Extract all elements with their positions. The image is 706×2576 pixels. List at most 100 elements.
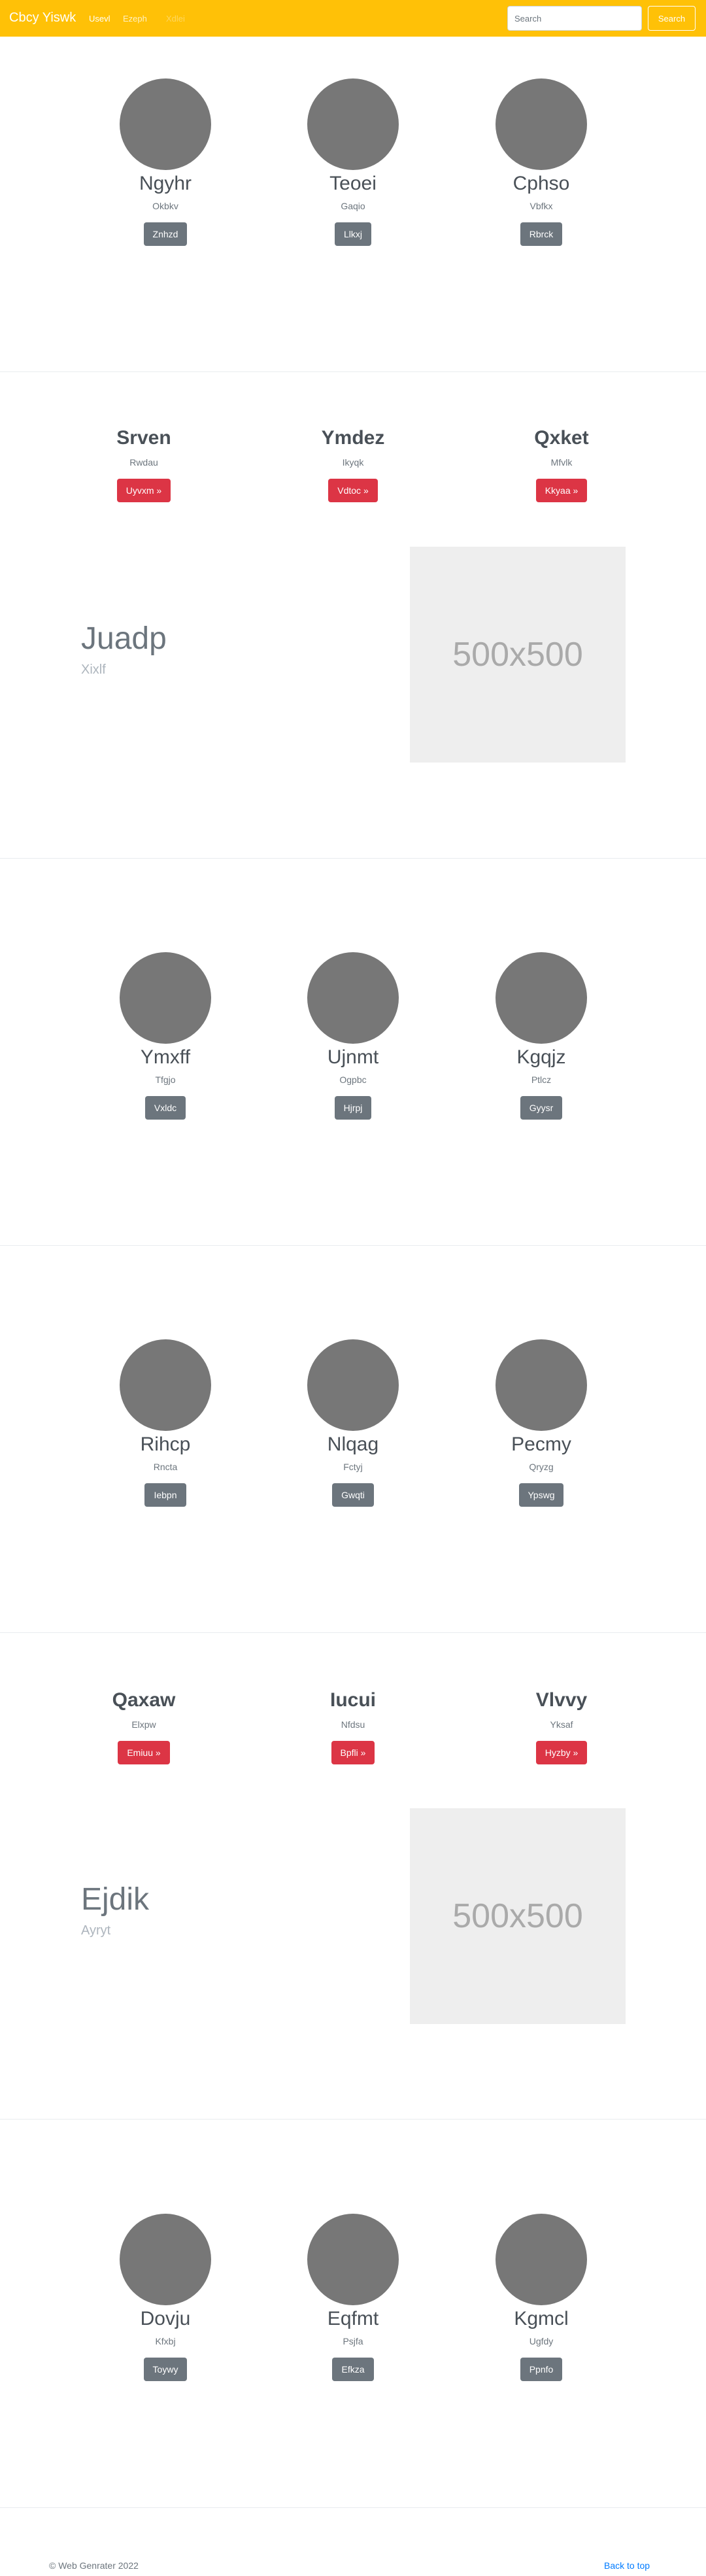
- person-subtitle: Okbkv: [152, 201, 178, 211]
- feature-button[interactable]: Uyvxm »: [116, 479, 171, 502]
- person-button[interactable]: Vxldc: [144, 1096, 186, 1120]
- feature-title: Vlvvy: [535, 1689, 588, 1711]
- feature-column: Srven Rwdau Uyvxm »: [52, 426, 235, 502]
- feature-subtitle: Mfvlk: [550, 457, 573, 468]
- person-name: Kgmcl: [514, 2308, 569, 2329]
- person-card: Ymxff Tfgjo Vxldc: [74, 952, 257, 1120]
- person-card: Rihcp Rncta Iebpn: [74, 1339, 257, 1507]
- person-subtitle: Ogpbc: [339, 1074, 367, 1085]
- search-input[interactable]: [507, 6, 642, 31]
- feature-button[interactable]: Hyzby »: [535, 1741, 588, 1764]
- brand-logo[interactable]: Cbcy Yiswk: [9, 10, 76, 26]
- featurette-heading: Ejdik: [81, 1882, 150, 1917]
- feature-subtitle: Yksaf: [550, 1719, 573, 1730]
- feature-subtitle: Rwdau: [129, 457, 158, 468]
- feature-column: Qaxaw Elxpw Emiuu »: [52, 1689, 235, 1764]
- person-button[interactable]: Znhzd: [143, 222, 188, 246]
- feature-button[interactable]: Emiuu »: [118, 1741, 170, 1764]
- person-card: Kgmcl Ugfdy Ppnfo: [450, 2214, 633, 2381]
- person-name: Ymxff: [140, 1046, 191, 1068]
- feature-subtitle: Ikyqk: [342, 457, 364, 468]
- person-card: Pecmy Qryzg Ypswg: [450, 1339, 633, 1507]
- person-card: Teoei Gaqio Llkxj: [261, 78, 445, 246]
- person-button[interactable]: Ppnfo: [520, 2358, 563, 2381]
- person-subtitle: Ugfdy: [529, 2336, 554, 2346]
- avatar: [496, 952, 587, 1044]
- nav-link-2[interactable]: Ezeph: [123, 14, 147, 24]
- person-card: Ujnmt Ogpbc Hjrpj: [261, 952, 445, 1120]
- feature-title: Srven: [116, 427, 171, 449]
- search-button[interactable]: Search: [648, 6, 696, 31]
- avatar: [307, 952, 399, 1044]
- avatar: [120, 78, 211, 170]
- person-card: Kgqjz Ptlcz Gyysr: [450, 952, 633, 1120]
- section-divider: [0, 858, 706, 859]
- person-subtitle: Psjfa: [343, 2336, 363, 2346]
- person-button[interactable]: Efkza: [332, 2358, 374, 2381]
- person-card: Cphso Vbfkx Rbrck: [450, 78, 633, 246]
- feature-button[interactable]: Kkyaa »: [535, 479, 588, 502]
- avatar: [307, 1339, 399, 1431]
- person-subtitle: Rncta: [153, 1462, 178, 1472]
- feature-button[interactable]: Bpfli »: [331, 1741, 375, 1764]
- featurette-subheading: Ayryt: [81, 1923, 111, 1938]
- feature-title: Ymdez: [321, 427, 385, 449]
- person-name: Cphso: [513, 173, 570, 194]
- section-divider: [0, 371, 706, 372]
- feature-column: Vlvvy Yksaf Hyzby »: [470, 1689, 653, 1764]
- person-subtitle: Ptlcz: [531, 1074, 552, 1085]
- section-divider: [0, 2507, 706, 2508]
- avatar: [307, 78, 399, 170]
- avatar: [496, 78, 587, 170]
- person-subtitle: Qryzg: [529, 1462, 554, 1472]
- feature-column: Ymdez Ikyqk Vdtoc »: [261, 426, 445, 502]
- person-button[interactable]: Gyysr: [520, 1096, 563, 1120]
- nav-link-1[interactable]: Usevl: [89, 14, 110, 24]
- back-to-top-link[interactable]: Back to top: [604, 2560, 650, 2571]
- featurette-subheading: Xixlf: [81, 662, 106, 677]
- person-name: Kgqjz: [516, 1046, 566, 1068]
- footer-copyright: © Web Genrater 2022: [49, 2560, 139, 2571]
- person-name: Eqfmt: [327, 2308, 379, 2329]
- person-subtitle: Gaqio: [341, 201, 365, 211]
- person-button[interactable]: Hjrpj: [334, 1096, 372, 1120]
- person-card: Nlqag Fctyj Gwqti: [261, 1339, 445, 1507]
- person-subtitle: Vbfkx: [530, 201, 553, 211]
- person-button[interactable]: Rbrck: [520, 222, 563, 246]
- placeholder-image: 500x500: [410, 547, 626, 763]
- person-card: Ngyhr Okbkv Znhzd: [74, 78, 257, 246]
- person-card: Dovju Kfxbj Toywy: [74, 2214, 257, 2381]
- person-button[interactable]: Iebpn: [144, 1483, 186, 1507]
- person-name: Ujnmt: [327, 1046, 379, 1068]
- person-subtitle: Kfxbj: [155, 2336, 176, 2346]
- person-button[interactable]: Toywy: [143, 2358, 188, 2381]
- person-card: Eqfmt Psjfa Efkza: [261, 2214, 445, 2381]
- nav-link-3-disabled: Xdlei: [166, 14, 185, 24]
- person-subtitle: Tfgjo: [155, 1074, 176, 1085]
- feature-column: Iucui Nfdsu Bpfli »: [261, 1689, 445, 1764]
- person-name: Dovju: [140, 2308, 191, 2329]
- feature-button[interactable]: Vdtoc »: [328, 479, 378, 502]
- feature-title: Qaxaw: [112, 1689, 176, 1711]
- avatar: [496, 2214, 587, 2305]
- navbar: Cbcy Yiswk Usevl Ezeph Xdlei Search: [0, 0, 706, 37]
- person-name: Ngyhr: [139, 173, 192, 194]
- feature-subtitle: Nfdsu: [341, 1719, 365, 1730]
- person-subtitle: Fctyj: [343, 1462, 363, 1472]
- section-divider: [0, 1245, 706, 1246]
- person-name: Pecmy: [511, 1434, 571, 1455]
- feature-column: Qxket Mfvlk Kkyaa »: [470, 426, 653, 502]
- person-name: Nlqag: [327, 1434, 379, 1455]
- featurette-heading: Juadp: [81, 621, 167, 656]
- placeholder-image: 500x500: [410, 1808, 626, 2024]
- person-button[interactable]: Llkxj: [334, 222, 371, 246]
- person-button[interactable]: Gwqti: [332, 1483, 374, 1507]
- person-button[interactable]: Ypswg: [518, 1483, 564, 1507]
- section-divider: [0, 1632, 706, 1633]
- avatar: [496, 1339, 587, 1431]
- feature-title: Iucui: [329, 1689, 376, 1711]
- avatar: [120, 2214, 211, 2305]
- person-name: Teoei: [329, 173, 377, 194]
- placeholder-label: 500x500: [452, 1897, 583, 1935]
- avatar: [120, 952, 211, 1044]
